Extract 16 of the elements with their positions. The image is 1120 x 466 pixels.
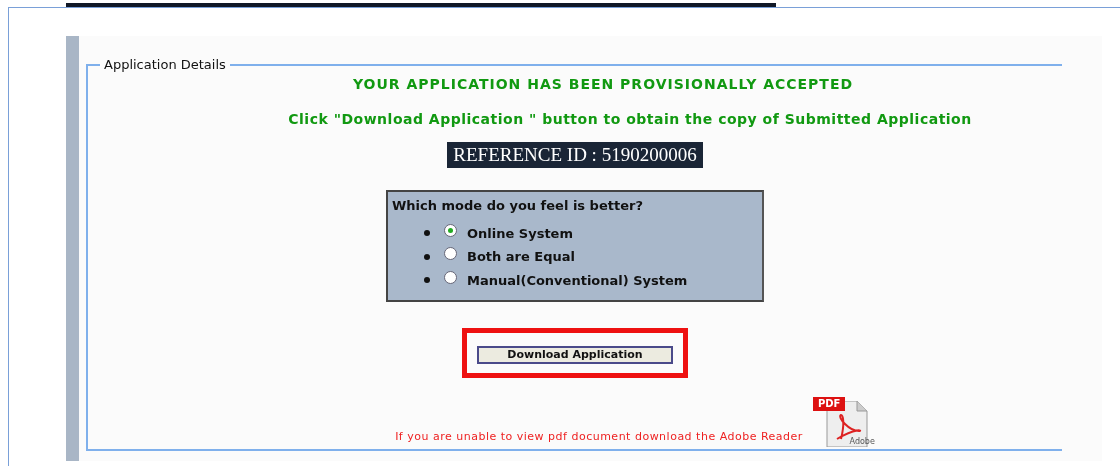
footer-note: If you are unable to view pdf document download the Adobe Reader [395,428,803,445]
bullet-icon [424,230,430,237]
section-legend: Application Details [100,58,230,72]
option-label: Manual(Conventional) System [467,271,688,290]
reference-id: REFERENCE ID : 5190200006 [447,142,703,168]
option-label: Both are Equal [467,248,576,266]
instruction-text: Click "Download Application " button to obtain the copy of Submitted Application [288,110,972,129]
option-label: Online System [467,224,573,243]
bullet-icon [424,277,430,284]
radio-button[interactable] [444,223,457,237]
download-button[interactable]: Download Application [477,346,673,364]
bullet-icon [424,253,430,260]
radio-button[interactable] [444,247,457,261]
status-message: YOUR APPLICATION HAS BEEN PROVISIONALLY ACCEPTED [352,75,854,94]
poll-question: Which mode do you feel is better? [391,197,644,215]
radio-button[interactable] [444,270,457,284]
